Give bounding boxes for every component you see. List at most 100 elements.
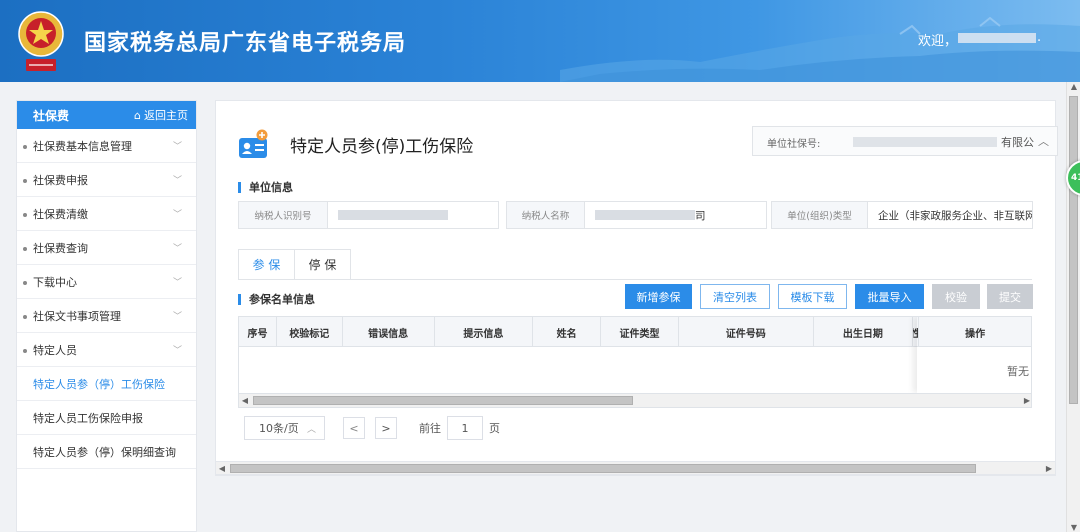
goto-suffix: 页 (489, 422, 500, 435)
scroll-left-icon[interactable]: ◀ (239, 394, 251, 407)
sidebar-item-basic-info[interactable]: 社保费基本信息管理 ﹀ (17, 129, 196, 163)
tabs-divider (238, 279, 1032, 280)
chevron-down-icon: ﹀ (172, 210, 182, 220)
taxpayer-name-suffix: 司 (695, 209, 706, 222)
page-vertical-scrollbar[interactable]: ▲ ▼ (1066, 82, 1080, 532)
sidebar-item-label: 社保费查询 (33, 241, 88, 255)
scroll-up-icon[interactable]: ▲ (1067, 82, 1080, 91)
chevron-down-icon: ﹀ (172, 176, 182, 186)
unit-ssn-value-suffix: 有限公 (1001, 136, 1034, 149)
scroll-down-icon[interactable]: ▼ (1067, 523, 1080, 532)
add-enrollment-button[interactable]: 新增参保 (625, 284, 692, 309)
chevron-down-icon: ﹀ (172, 278, 182, 288)
tax-emblem-logo (18, 11, 64, 71)
person-card-icon (239, 129, 268, 158)
bullet-icon (23, 144, 27, 149)
taxpayer-name-value: 司 (585, 202, 766, 228)
bullet-icon (23, 348, 27, 353)
scroll-left-icon[interactable]: ◀ (216, 462, 228, 476)
bullet-icon (23, 246, 27, 251)
page-size-select[interactable]: 10条/页 ︿ (244, 416, 325, 440)
scroll-right-icon[interactable]: ▶ (1021, 394, 1031, 407)
pagination: 10条/页 ︿ < > 前往 1 页 (244, 416, 500, 440)
bullet-icon (23, 178, 27, 183)
roster-table: 序号 校验标记 错误信息 提示信息 姓名 证件类型 证件号码 出生日期 性 操作… (238, 316, 1032, 408)
clear-list-button[interactable]: 清空列表 (700, 284, 770, 309)
home-link[interactable]: ⌂ 返回主页 (134, 107, 188, 123)
sidebar: 社保费 ⌂ 返回主页 社保费基本信息管理 ﹀ 社保费申报 ﹀ 社保费清缴 ﹀ 社保费查… (16, 100, 197, 532)
home-icon: ⌂ (134, 108, 141, 122)
fixed-column-shadow (917, 317, 1031, 393)
username-redacted (958, 33, 1036, 43)
col-index: 序号 (239, 317, 277, 347)
org-type-value: 企业（非家政服务企业、非互联网 (878, 209, 1032, 222)
sidebar-title: 社保费 (33, 108, 70, 123)
sidebar-header: 社保费 ⌂ 返回主页 (17, 101, 196, 129)
next-page-button[interactable]: > (375, 417, 397, 439)
template-download-button[interactable]: 模板下载 (778, 284, 847, 309)
welcome-text: 欢迎， (918, 30, 957, 49)
insurance-tabs: 参 保 停 保 (238, 249, 351, 280)
chevron-up-icon[interactable]: ︿ (1038, 133, 1049, 149)
sidebar-item-special-persons[interactable]: 特定人员 ﹀ (17, 333, 196, 367)
submit-button[interactable]: 提交 (987, 284, 1033, 309)
scrollbar-thumb[interactable] (1069, 96, 1078, 404)
sidebar-item-label: 下载中心 (33, 275, 77, 289)
taxpayer-id-field: 纳税人识别号 (238, 201, 499, 229)
org-type-label: 单位(组织)类型 (772, 202, 868, 228)
chevron-down-icon: ﹀ (172, 312, 182, 322)
sidebar-item-label: 社保费申报 (33, 173, 88, 187)
chevron-down-icon: ﹀ (172, 142, 182, 152)
sidebar-item-label: 社保文书事项管理 (33, 309, 121, 323)
scrollbar-thumb[interactable] (253, 396, 633, 405)
sidebar-item-declare[interactable]: 社保费申报 ﹀ (17, 163, 196, 197)
sidebar-item-label: 特定人员 (33, 343, 77, 357)
col-id-number: 证件号码 (679, 317, 814, 347)
page-number-input[interactable]: 1 (447, 416, 483, 440)
sidebar-item-download[interactable]: 下载中心 ﹀ (17, 265, 196, 299)
table-body: 暂无 (239, 347, 1031, 393)
page-size-value: 10条/页 (259, 422, 299, 435)
welcome-suffix: . (1037, 30, 1042, 45)
taxpayer-id-value (328, 202, 498, 228)
org-type-field: 单位(组织)类型 企业（非家政服务企业、非互联网 (771, 201, 1033, 229)
bullet-icon (23, 314, 27, 319)
sidebar-item-label: 社保费基本信息管理 (33, 139, 132, 153)
scroll-right-icon[interactable]: ▶ (1043, 462, 1055, 476)
unit-info-section-title: 单位信息 (238, 182, 293, 193)
site-header: 国家税务总局广东省电子税务局 欢迎， . (0, 0, 1080, 82)
unit-ssn-redacted (853, 137, 997, 147)
unit-ssn-selector[interactable]: 单位社保号: 有限公 ︿ (752, 126, 1058, 156)
scrollbar-thumb[interactable] (230, 464, 976, 473)
page-title: 特定人员参(停)工伤保险 (290, 137, 474, 157)
tab-enroll[interactable]: 参 保 (238, 249, 295, 280)
col-error-info: 错误信息 (343, 317, 435, 347)
table-horizontal-scrollbar[interactable]: ◀ ▶ (239, 393, 1031, 407)
col-birth-date: 出生日期 (814, 317, 914, 347)
goto-prefix: 前往 (419, 422, 441, 435)
col-name: 姓名 (533, 317, 602, 347)
taxpayer-name-redacted (595, 210, 695, 220)
sidebar-subitem-injury-declare[interactable]: 特定人员工伤保险申报 (17, 401, 196, 435)
sidebar-subitem-detail-query[interactable]: 特定人员参（停）保明细查询 (17, 435, 196, 469)
batch-import-button[interactable]: 批量导入 (855, 284, 924, 309)
sidebar-item-query[interactable]: 社保费查询 ﹀ (17, 231, 196, 265)
tab-stop[interactable]: 停 保 (294, 249, 351, 280)
welcome-label: 欢迎， (918, 34, 958, 49)
prev-page-button[interactable]: < (343, 417, 365, 439)
chevron-down-icon: ﹀ (172, 244, 182, 254)
taxpayer-name-field: 纳税人名称 司 (506, 201, 767, 229)
col-id-type: 证件类型 (601, 317, 679, 347)
bullet-icon (23, 212, 27, 217)
page-horizontal-scrollbar[interactable]: ◀ ▶ (215, 461, 1056, 475)
main-panel: 特定人员参(停)工伤保险 单位社保号: 有限公 ︿ 单位信息 纳税人识别号 纳税… (215, 100, 1058, 476)
taxpayer-id-label: 纳税人识别号 (239, 202, 328, 228)
sidebar-item-documents[interactable]: 社保文书事项管理 ﹀ (17, 299, 196, 333)
sidebar-item-payment[interactable]: 社保费清缴 ﹀ (17, 197, 196, 231)
roster-section-title: 参保名单信息 (238, 294, 315, 305)
taxpayer-name-label: 纳税人名称 (507, 202, 585, 228)
chevron-up-icon: ︿ (306, 424, 316, 435)
validate-button[interactable]: 校验 (932, 284, 980, 309)
sidebar-subitem-injury-insurance[interactable]: 特定人员参（停）工伤保险 (17, 367, 196, 401)
sidebar-item-label: 社保费清缴 (33, 207, 88, 221)
